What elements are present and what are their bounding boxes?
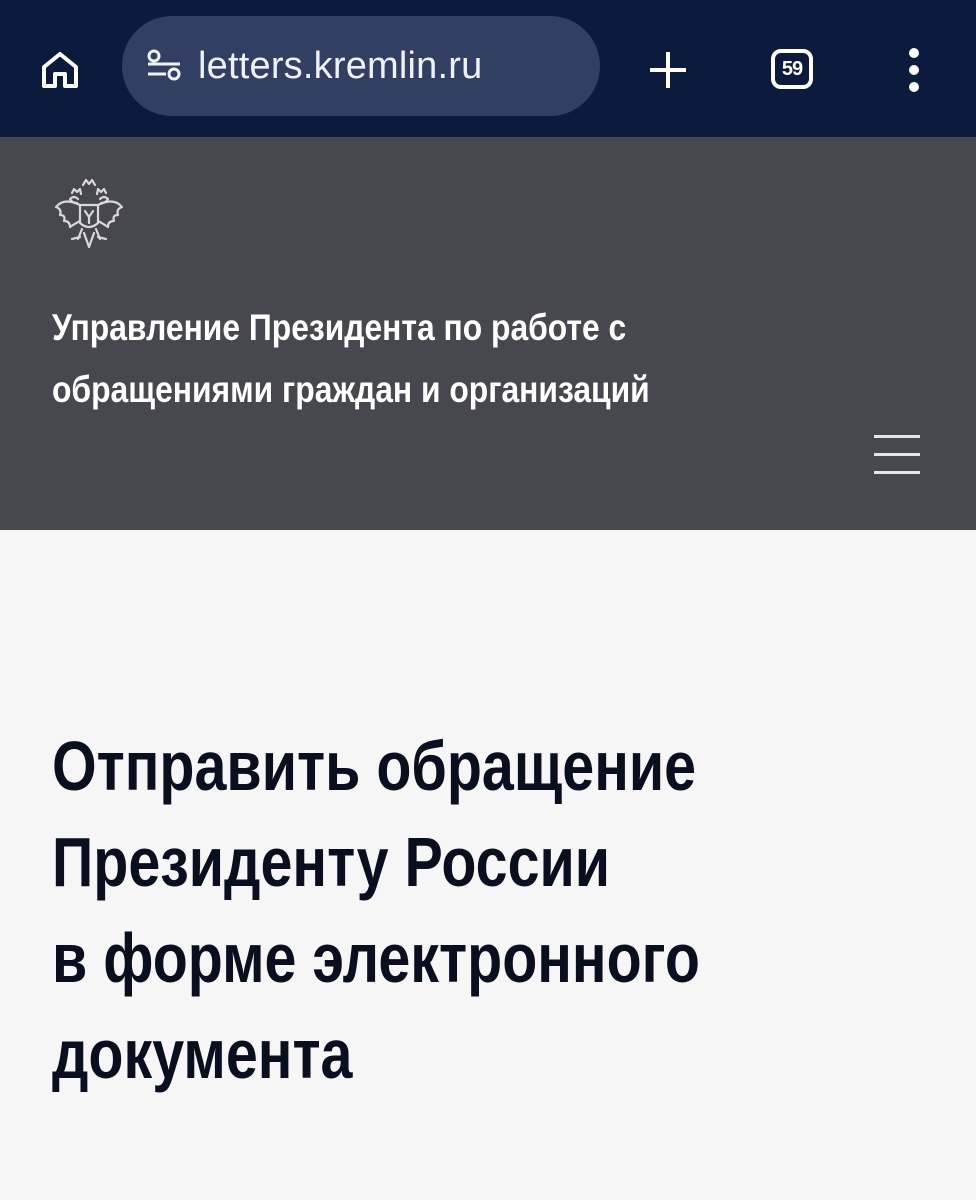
- double-headed-eagle-emblem-icon[interactable]: [50, 177, 128, 255]
- hamburger-menu-icon: [874, 471, 920, 474]
- page-title: Отправить обращение Президенту России в …: [52, 718, 905, 1102]
- site-menu-button[interactable]: [866, 429, 926, 481]
- new-tab-button[interactable]: [636, 38, 700, 102]
- page-title-line: документа: [52, 1015, 353, 1093]
- tabs-switcher-button[interactable]: 59: [762, 42, 822, 96]
- more-vert-icon: [909, 48, 919, 92]
- url-text: letters.kremlin.ru: [198, 44, 483, 87]
- site-info-icon: [147, 49, 181, 81]
- plus-icon: [650, 52, 686, 88]
- browser-menu-button[interactable]: [888, 40, 940, 100]
- home-button[interactable]: [28, 38, 92, 102]
- site-header: Управление Президента по работе с обраще…: [0, 137, 976, 530]
- hamburger-menu-icon: [874, 453, 920, 456]
- address-bar[interactable]: letters.kremlin.ru: [122, 16, 600, 116]
- main-content: Отправить обращение Президенту России в …: [0, 530, 976, 1200]
- page-title-line: в форме электронного: [52, 919, 700, 997]
- hamburger-menu-icon: [874, 435, 920, 438]
- tabs-icon: 59: [771, 49, 813, 89]
- page-title-line: Отправить обращение: [52, 727, 697, 805]
- browser-toolbar: letters.kremlin.ru 59: [0, 0, 976, 137]
- organization-name[interactable]: Управление Президента по работе с обраще…: [52, 297, 812, 421]
- page-title-line: Президенту России: [52, 823, 611, 901]
- home-icon: [42, 52, 78, 88]
- site-info-button[interactable]: [142, 44, 186, 88]
